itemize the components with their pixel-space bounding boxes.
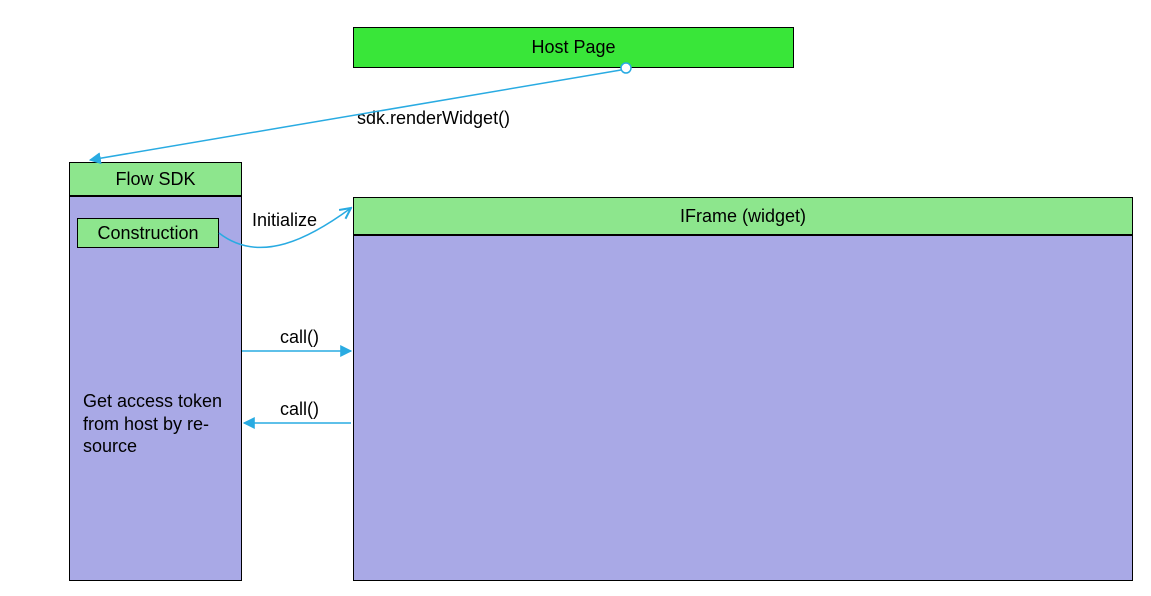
node-flow-sdk-body: [69, 196, 242, 581]
node-flow-sdk-header: Flow SDK: [69, 162, 242, 196]
node-construction: Construction: [77, 218, 219, 248]
node-iframe-body: [353, 235, 1133, 581]
node-host-page: Host Page: [353, 27, 794, 68]
edge-call-out-label: call(): [280, 327, 319, 348]
node-iframe-label: IFrame (widget): [680, 206, 806, 227]
edge-render-widget-label: sdk.renderWidget(): [357, 108, 510, 129]
node-iframe-header: IFrame (widget): [353, 197, 1133, 235]
note-access-token: Get access token from host by re­source: [83, 390, 233, 458]
diagram-stage: Host Page Flow SDK Construction Get acce…: [0, 0, 1151, 596]
node-construction-label: Construction: [97, 223, 198, 244]
edge-call-back-label: call(): [280, 399, 319, 420]
node-host-page-label: Host Page: [531, 37, 615, 58]
edge-initialize-label: Initialize: [252, 210, 317, 231]
node-flow-sdk-label: Flow SDK: [115, 169, 195, 190]
